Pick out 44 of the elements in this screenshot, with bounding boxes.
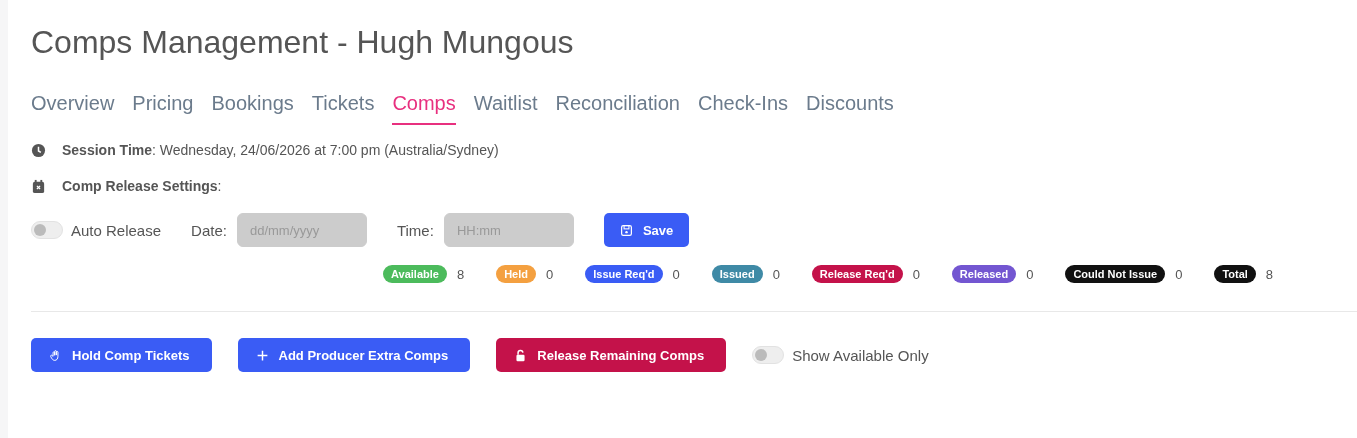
status-badge: Could Not Issue — [1065, 265, 1166, 283]
auto-release-label: Auto Release — [71, 221, 162, 239]
save-icon — [619, 223, 633, 237]
tab[interactable]: Discounts — [806, 92, 894, 125]
status-count: 0 — [672, 266, 680, 282]
clock-icon — [31, 142, 46, 158]
action-button[interactable]: Release Remaining Comps — [496, 338, 727, 372]
tab[interactable]: Check-Ins — [697, 92, 788, 125]
status-badge: Available — [383, 265, 447, 283]
status-count: 0 — [772, 266, 780, 282]
action-button[interactable]: Add Producer Extra Comps — [237, 338, 471, 372]
comp-release-settings-label: Comp Release Settings: — [62, 178, 222, 194]
action-button[interactable]: Hold Comp Tickets — [31, 338, 212, 372]
status-badge: Total — [1214, 265, 1256, 283]
toggle-switch[interactable] — [752, 346, 785, 364]
status-badge: Issued — [711, 265, 763, 283]
tab[interactable]: Overview — [31, 92, 115, 125]
time-label: Time: — [396, 221, 434, 239]
date-label: Date: — [191, 221, 227, 239]
tab[interactable]: Reconciliation — [555, 92, 680, 125]
calendar-icon — [31, 178, 46, 194]
padlock-icon — [514, 348, 528, 362]
hand-icon — [49, 348, 62, 362]
status-badge: Released — [951, 265, 1017, 283]
show-available-only-label: Show Available Only — [792, 346, 929, 364]
status-count: 0 — [1026, 266, 1034, 282]
session-time-text: Session Time: Wednesday, 24/06/2026 at 7:00 pm (Australia/Sydney) — [62, 142, 499, 158]
status-badge: Release Req'd — [811, 265, 903, 283]
toggle-switch[interactable] — [31, 221, 63, 239]
status-count: 0 — [1175, 266, 1183, 282]
page-title: Comps Management - Hugh Mungous — [31, 23, 575, 62]
status-badge: Held — [496, 265, 536, 283]
tab[interactable]: Pricing — [132, 92, 194, 125]
tab[interactable]: Comps — [392, 92, 456, 125]
tab[interactable]: Waitlist — [473, 92, 538, 125]
save-button[interactable]: Save — [603, 213, 690, 247]
status-badge: Issue Req'd — [585, 265, 663, 283]
status-count: 8 — [456, 266, 465, 282]
status-count: 0 — [546, 266, 554, 282]
tab[interactable]: Bookings — [211, 92, 294, 125]
plus-icon — [255, 348, 269, 362]
status-count: 8 — [1265, 266, 1274, 282]
status-count: 0 — [912, 266, 920, 282]
tab[interactable]: Tickets — [311, 92, 375, 125]
